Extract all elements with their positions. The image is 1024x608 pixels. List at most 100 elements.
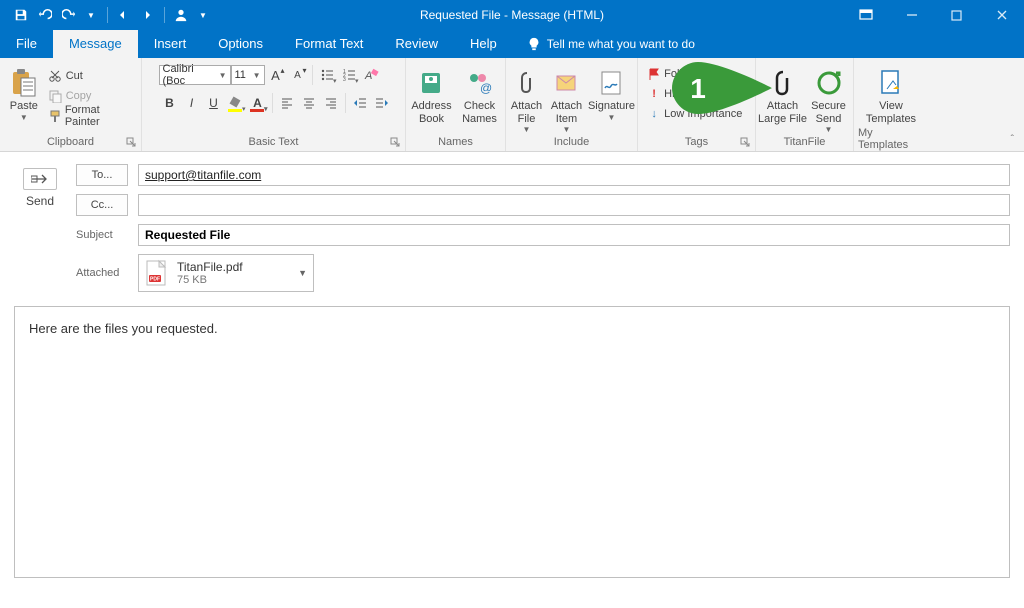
chevron-down-icon[interactable]: ▼ <box>298 268 307 278</box>
secure-send-icon <box>816 66 842 100</box>
svg-text:@: @ <box>480 81 492 95</box>
group-label: Names <box>438 134 473 150</box>
close-button[interactable] <box>979 0 1024 30</box>
numbering-button[interactable]: 123▾ <box>338 64 360 86</box>
scissors-icon <box>48 69 62 83</box>
bold-button[interactable]: B <box>159 92 181 114</box>
paintbrush-icon <box>48 109 61 123</box>
send-label: Send <box>26 194 54 208</box>
dialog-launcher-icon[interactable] <box>740 136 752 148</box>
attach-file-button[interactable]: Attach File▼ <box>507 64 547 134</box>
low-importance-button[interactable]: ↓Low Importance <box>644 104 746 124</box>
quick-access-toolbar: ▼ ▼ <box>0 4 214 26</box>
increase-indent-button[interactable] <box>371 92 393 114</box>
align-right-button[interactable] <box>320 92 342 114</box>
previous-item-icon[interactable] <box>113 4 135 26</box>
shrink-font-button[interactable]: A▾ <box>287 64 309 86</box>
attach-item-icon <box>555 66 579 100</box>
address-book-icon <box>419 66 445 100</box>
paperclip-icon <box>517 66 537 100</box>
decrease-indent-button[interactable] <box>349 92 371 114</box>
group-label: Tags <box>685 134 708 150</box>
group-label: Basic Text <box>249 134 299 150</box>
address-book-button[interactable]: Address Book <box>408 64 456 125</box>
grow-font-button[interactable]: A▴ <box>265 64 287 86</box>
tab-review[interactable]: Review <box>379 30 454 58</box>
qat-dropdown-icon[interactable]: ▼ <box>80 4 102 26</box>
flag-icon <box>648 68 660 80</box>
group-basic-text: Calibri (Boc▼ 11▼ A▴ A▾ ▾ 123▾ A B I U ▾… <box>142 58 406 151</box>
subject-field[interactable] <box>138 224 1010 246</box>
tab-file[interactable]: File <box>0 30 53 58</box>
maximize-button[interactable] <box>934 0 979 30</box>
align-center-button[interactable] <box>298 92 320 114</box>
separator <box>164 7 165 23</box>
down-arrow-icon: ↓ <box>648 108 660 120</box>
ribbon-display-options-icon[interactable] <box>843 0 889 30</box>
title-bar: ▼ ▼ Requested File - Message (HTML) <box>0 0 1024 30</box>
format-painter-button[interactable]: Format Painter <box>44 106 137 126</box>
view-templates-button[interactable]: View Templates <box>861 64 921 125</box>
minimize-button[interactable] <box>889 0 934 30</box>
paste-button[interactable]: Paste ▼ <box>4 64 44 122</box>
tab-message[interactable]: Message <box>53 30 138 58</box>
bullets-button[interactable]: ▾ <box>316 64 338 86</box>
separator <box>272 93 273 113</box>
group-label: Include <box>554 134 589 150</box>
window-title: Requested File - Message (HTML) <box>420 8 604 22</box>
message-body-editor[interactable]: Here are the files you requested. <box>14 306 1010 578</box>
tab-options[interactable]: Options <box>202 30 279 58</box>
tell-me-search[interactable]: Tell me what you want to do <box>513 30 709 58</box>
tab-insert[interactable]: Insert <box>138 30 203 58</box>
group-my-templates: View Templates My Templates <box>854 58 928 151</box>
to-field[interactable] <box>138 164 1010 186</box>
signature-icon <box>600 66 624 100</box>
cc-field[interactable] <box>138 194 1010 216</box>
ribbon: Paste ▼ Cut Copy Format Painter Clipboar… <box>0 58 1024 152</box>
highlight-button[interactable]: ▾ <box>225 92 247 114</box>
account-icon[interactable] <box>170 4 192 26</box>
save-icon[interactable] <box>10 4 32 26</box>
tab-help[interactable]: Help <box>454 30 513 58</box>
svg-text:3: 3 <box>343 77 346 82</box>
group-clipboard: Paste ▼ Cut Copy Format Painter Clipboar… <box>0 58 142 151</box>
collapse-ribbon-icon[interactable]: ˆ <box>1011 134 1014 145</box>
signature-button[interactable]: Signature▼ <box>587 64 637 122</box>
underline-button[interactable]: U <box>203 92 225 114</box>
cc-button[interactable]: Cc... <box>76 194 128 216</box>
send-button[interactable]: Send <box>14 164 66 292</box>
italic-button[interactable]: I <box>181 92 203 114</box>
dialog-launcher-icon[interactable] <box>390 136 402 148</box>
secure-send-button[interactable]: Secure Send▼ <box>807 64 851 134</box>
group-label: Clipboard <box>47 134 94 150</box>
to-button[interactable]: To... <box>76 164 128 186</box>
font-selector[interactable]: Calibri (Boc▼ <box>159 65 231 85</box>
follow-up-button[interactable]: Follow Up▾ <box>644 64 727 84</box>
attach-large-file-button[interactable]: Attach Large File <box>759 64 807 125</box>
dialog-launcher-icon[interactable] <box>126 136 138 148</box>
undo-icon[interactable] <box>34 4 56 26</box>
align-left-button[interactable] <box>276 92 298 114</box>
attachment-card[interactable]: PDF TitanFile.pdf 75 KB ▼ <box>138 254 314 292</box>
copy-button[interactable]: Copy <box>44 86 137 106</box>
account-dropdown-icon[interactable]: ▼ <box>192 4 214 26</box>
redo-icon[interactable] <box>58 4 80 26</box>
paste-label: Paste <box>10 100 38 113</box>
attach-item-button[interactable]: Attach Item▼ <box>547 64 587 134</box>
tab-format-text[interactable]: Format Text <box>279 30 379 58</box>
font-size-selector[interactable]: 11▼ <box>231 65 265 85</box>
chevron-down-icon: ▼ <box>253 71 261 80</box>
copy-icon <box>48 89 62 103</box>
high-importance-button[interactable]: !High Importance <box>644 84 749 104</box>
check-names-button[interactable]: @ Check Names <box>456 64 504 125</box>
cut-button[interactable]: Cut <box>44 66 137 86</box>
font-color-button[interactable]: A▾ <box>247 92 269 114</box>
check-names-icon: @ <box>466 66 494 100</box>
separator <box>107 7 108 23</box>
window-controls <box>843 0 1024 30</box>
next-item-icon[interactable] <box>137 4 159 26</box>
attachment-size: 75 KB <box>177 274 243 286</box>
clear-formatting-button[interactable]: A <box>360 64 382 86</box>
attachment-name: TitanFile.pdf <box>177 260 243 274</box>
large-paperclip-icon <box>772 66 794 100</box>
